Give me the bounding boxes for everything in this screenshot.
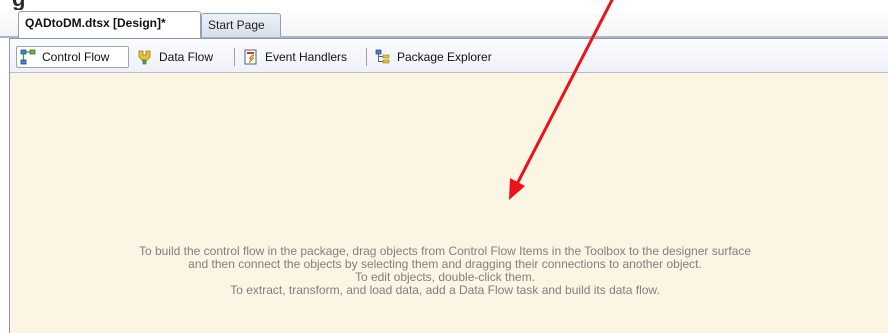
package-explorer-icon [375,49,390,64]
tab-package-explorer[interactable]: Package Explorer [372,46,496,68]
tab-data-flow[interactable]: Data Flow [134,46,217,68]
tab-event-handlers-label: Event Handlers [265,50,348,64]
package-designer: Control Flow Data Flow Event Handlers Pa… [9,38,888,333]
document-tab-design[interactable]: QADtoDM.dtsx [Design]* [18,11,201,38]
tab-separator [366,48,367,66]
tab-data-flow-label: Data Flow [159,50,214,64]
event-handlers-icon [244,49,257,65]
control-flow-icon [20,49,36,65]
data-flow-icon [138,50,151,65]
tab-separator [234,48,235,66]
tab-control-flow-label: Control Flow [42,50,110,64]
tab-event-handlers[interactable]: Event Handlers [240,46,351,68]
designer-tab-bar: Control Flow Data Flow Event Handlers Pa… [10,39,888,73]
tab-package-explorer-label: Package Explorer [397,50,492,64]
document-tab-start-page[interactable]: Start Page [201,13,281,37]
help-text: To build the control flow in the package… [10,245,880,297]
help-line: To extract, transform, and load data, ad… [230,283,660,297]
tab-control-flow[interactable]: Control Flow [16,46,129,68]
designer-surface[interactable]: To build the control flow in the package… [10,73,888,333]
window: g QADtoDM.dtsx [Design]* Start Page Cont… [0,0,888,333]
